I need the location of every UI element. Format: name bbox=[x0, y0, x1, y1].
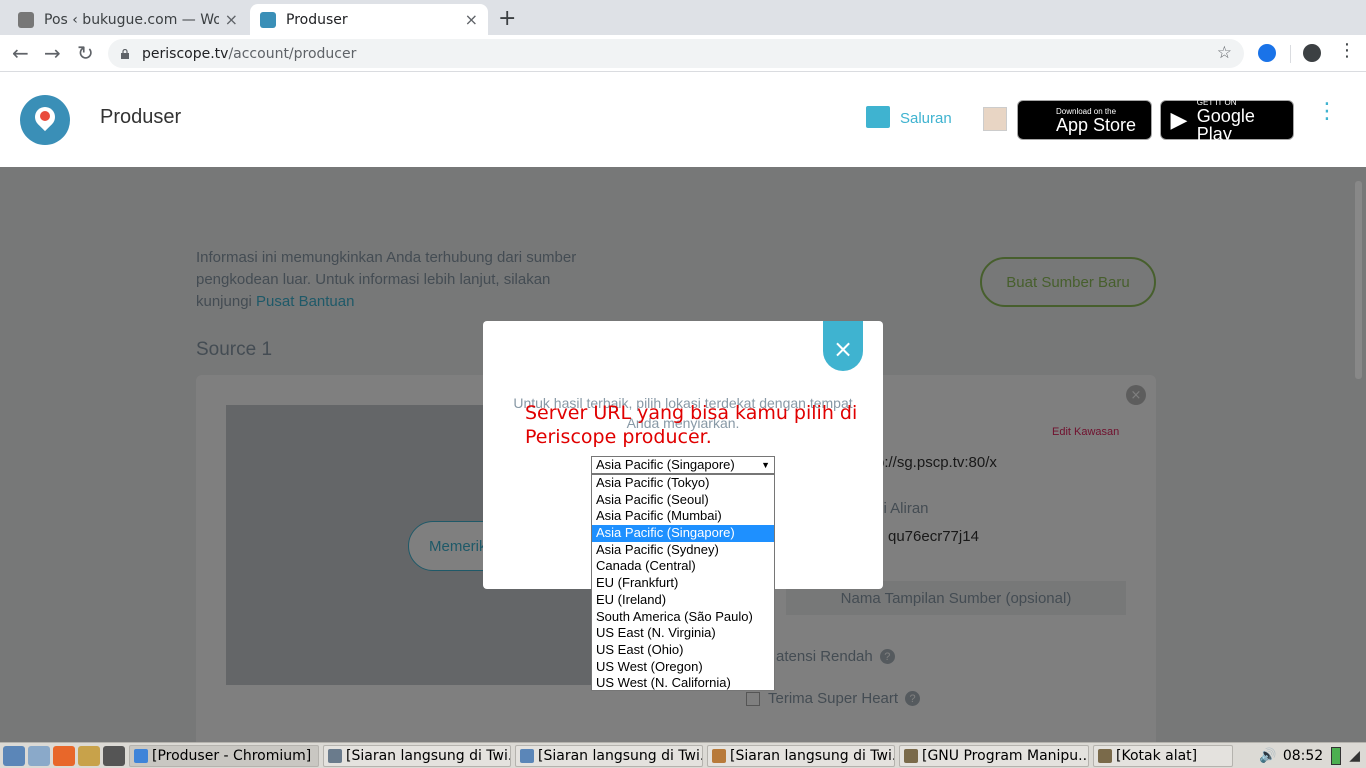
tab-close-icon[interactable]: × bbox=[465, 10, 478, 29]
region-option[interactable]: Asia Pacific (Mumbai) bbox=[592, 508, 774, 525]
task-list: [Produser - Chromium] [Siaran langsung di… bbox=[125, 744, 1233, 767]
region-select[interactable]: Asia Pacific (Singapore) ▼ bbox=[591, 456, 775, 474]
region-select-value: Asia Pacific (Singapore) bbox=[596, 457, 735, 472]
profile-icon[interactable] bbox=[1303, 44, 1321, 62]
region-dropdown-list: Asia Pacific (Tokyo) Asia Pacific (Seoul)… bbox=[591, 474, 775, 691]
firefox-icon[interactable] bbox=[53, 745, 75, 766]
tab-produser[interactable]: Produser × bbox=[250, 4, 488, 35]
app-store-badge[interactable]: Download on the App Store bbox=[1017, 100, 1152, 140]
region-option[interactable]: Asia Pacific (Singapore) bbox=[592, 525, 774, 542]
task-app-icon bbox=[904, 748, 918, 763]
clock[interactable]: 08:52 bbox=[1283, 748, 1323, 764]
task-label: [Kotak alat] bbox=[1116, 747, 1198, 764]
forward-arrow-icon[interactable]: → bbox=[44, 41, 61, 65]
region-option[interactable]: US East (Ohio) bbox=[592, 642, 774, 659]
periscope-logo-icon[interactable] bbox=[20, 95, 70, 145]
region-option[interactable]: US West (Oregon) bbox=[592, 659, 774, 676]
modal-close-button[interactable]: × bbox=[823, 321, 863, 371]
taskbar-task[interactable]: [GNU Program Manipu... bbox=[899, 744, 1089, 767]
region-option[interactable]: US East (N. Virginia) bbox=[592, 625, 774, 642]
google-play-big-text: Google Play bbox=[1196, 105, 1255, 144]
bookmark-star-icon[interactable]: ☆ bbox=[1217, 43, 1232, 63]
lock-icon bbox=[121, 48, 129, 59]
taskbar-task[interactable]: [Siaran langsung di Twi... bbox=[707, 744, 895, 767]
show-desktop-icon[interactable] bbox=[3, 745, 25, 766]
taskbar-task[interactable]: [Siaran langsung di Twi... bbox=[323, 744, 511, 767]
address-bar[interactable]: periscope.tv/account/producer ☆ bbox=[108, 39, 1244, 68]
task-app-icon bbox=[328, 748, 342, 763]
volume-icon[interactable]: 🔊 bbox=[1259, 748, 1276, 764]
region-option[interactable]: US West (N. California) bbox=[592, 675, 774, 692]
tab-bukugue[interactable]: Pos ‹ bukugue.com — Wo × bbox=[8, 4, 248, 35]
extension-icon[interactable] bbox=[1258, 44, 1276, 62]
taskbar-task[interactable]: [Kotak alat] bbox=[1093, 744, 1233, 767]
toolbar-divider bbox=[1290, 45, 1291, 63]
system-tray: 🔊 08:52 ◢ bbox=[1259, 746, 1360, 765]
task-label: [Siaran langsung di Twi... bbox=[730, 747, 895, 764]
region-option[interactable]: Asia Pacific (Tokyo) bbox=[592, 475, 774, 492]
browser-toolbar: ← → ↻ periscope.tv/account/producer ☆ ⋮ bbox=[0, 35, 1366, 72]
task-label: [Siaran langsung di Twi... bbox=[538, 747, 703, 764]
task-app-icon bbox=[520, 748, 534, 763]
taskbar-task[interactable]: [Siaran langsung di Twi... bbox=[515, 744, 703, 767]
region-option[interactable]: Canada (Central) bbox=[592, 558, 774, 575]
tab-strip: Pos ‹ bukugue.com — Wo × Produser × + bbox=[0, 0, 1366, 35]
task-label: [GNU Program Manipu... bbox=[922, 747, 1089, 764]
region-option[interactable]: EU (Ireland) bbox=[592, 592, 774, 609]
region-option[interactable]: EU (Frankfurt) bbox=[592, 575, 774, 592]
periscope-favicon-icon bbox=[260, 11, 276, 28]
region-option[interactable]: South America (São Paulo) bbox=[592, 609, 774, 626]
region-option[interactable]: Asia Pacific (Seoul) bbox=[592, 492, 774, 509]
annotation-text: Server URL yang bisa kamu pilih di Peris… bbox=[525, 402, 858, 448]
task-label: [Produser - Chromium] bbox=[152, 747, 312, 764]
app-store-big-text: App Store bbox=[1056, 114, 1137, 135]
play-icon: ▶ bbox=[1170, 107, 1188, 133]
region-option[interactable]: Asia Pacific (Sydney) bbox=[592, 542, 774, 559]
screenshot-icon[interactable] bbox=[103, 745, 125, 766]
site-header: Produser Saluran Download on the App Sto… bbox=[0, 72, 1366, 167]
browser-menu-icon[interactable]: ⋮ bbox=[1338, 40, 1356, 61]
tab-title: Pos ‹ bukugue.com — Wo bbox=[44, 11, 219, 28]
file-manager-icon[interactable] bbox=[28, 745, 50, 766]
url-path: /account/producer bbox=[228, 45, 357, 62]
site-menu-icon[interactable]: ⋮ bbox=[1316, 101, 1338, 123]
network-icon[interactable]: ◢ bbox=[1349, 748, 1360, 764]
new-tab-button[interactable]: + bbox=[498, 6, 516, 31]
page-scrollbar[interactable] bbox=[1355, 181, 1362, 379]
tab-close-icon[interactable]: × bbox=[225, 10, 238, 29]
task-app-icon bbox=[712, 748, 726, 763]
task-app-icon bbox=[1098, 748, 1112, 763]
channels-link[interactable]: Saluran bbox=[900, 110, 952, 127]
dropdown-arrow-icon: ▼ bbox=[761, 460, 770, 470]
wordpress-favicon-icon bbox=[18, 11, 34, 28]
tv-icon[interactable] bbox=[866, 106, 890, 128]
avatar[interactable] bbox=[983, 107, 1007, 131]
url-host: periscope.tv bbox=[142, 45, 229, 62]
page-title: Produser bbox=[100, 106, 182, 128]
battery-icon[interactable] bbox=[1331, 746, 1342, 765]
task-app-icon bbox=[134, 748, 148, 763]
gimp-icon[interactable] bbox=[78, 745, 100, 766]
tab-title: Produser bbox=[286, 11, 348, 28]
google-play-badge[interactable]: ▶ GET IT ON Google Play bbox=[1160, 98, 1294, 144]
taskbar: [Produser - Chromium] [Siaran langsung di… bbox=[0, 742, 1366, 768]
taskbar-task[interactable]: [Produser - Chromium] bbox=[129, 744, 319, 767]
back-arrow-icon[interactable]: ← bbox=[12, 41, 29, 65]
reload-icon[interactable]: ↻ bbox=[77, 41, 94, 65]
task-label: [Siaran langsung di Twi... bbox=[346, 747, 511, 764]
